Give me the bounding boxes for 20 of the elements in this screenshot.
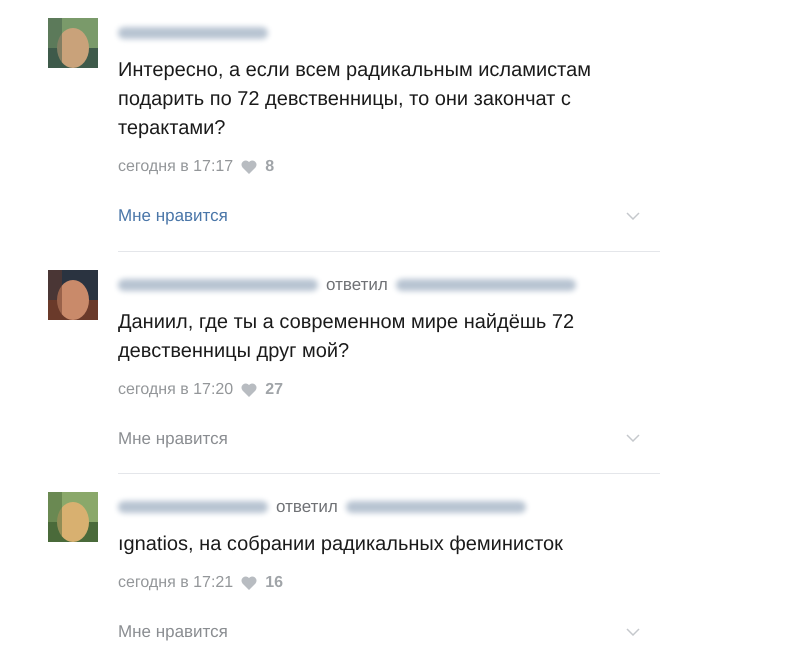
chevron-down-icon[interactable] (626, 628, 640, 636)
like-count: 27 (265, 380, 283, 400)
comment-date: сегодня в 17:21 (118, 573, 234, 593)
comment-text: ıgnatios, на собрании радикальных феминисток (118, 532, 564, 557)
comment-date: сегодня в 17:20 (118, 380, 234, 400)
like-link[interactable]: Мне нравится (118, 203, 228, 228)
like-link[interactable]: Мне нравится (118, 426, 228, 451)
comment-date: сегодня в 17:17 (118, 157, 234, 177)
heart-icon (241, 576, 258, 590)
like-link[interactable]: Мне нравится (118, 619, 228, 644)
heart-icon (241, 160, 258, 174)
reply-label: ответил (326, 274, 388, 296)
comment-text: Даниил, где ты а современном мире найдёшь 72 девственницы друг мой? (118, 310, 576, 364)
like-count: 16 (265, 573, 283, 593)
chevron-down-icon[interactable] (626, 434, 640, 442)
reply-label: ответил (276, 496, 338, 518)
chevron-down-icon[interactable] (626, 212, 640, 220)
comment-text: Интересно, а если всем радикальным исламистам подарить по 72 девственницы, то они закончат с терактами? (118, 58, 592, 141)
heart-icon (241, 382, 258, 396)
like-count: 8 (265, 157, 274, 177)
